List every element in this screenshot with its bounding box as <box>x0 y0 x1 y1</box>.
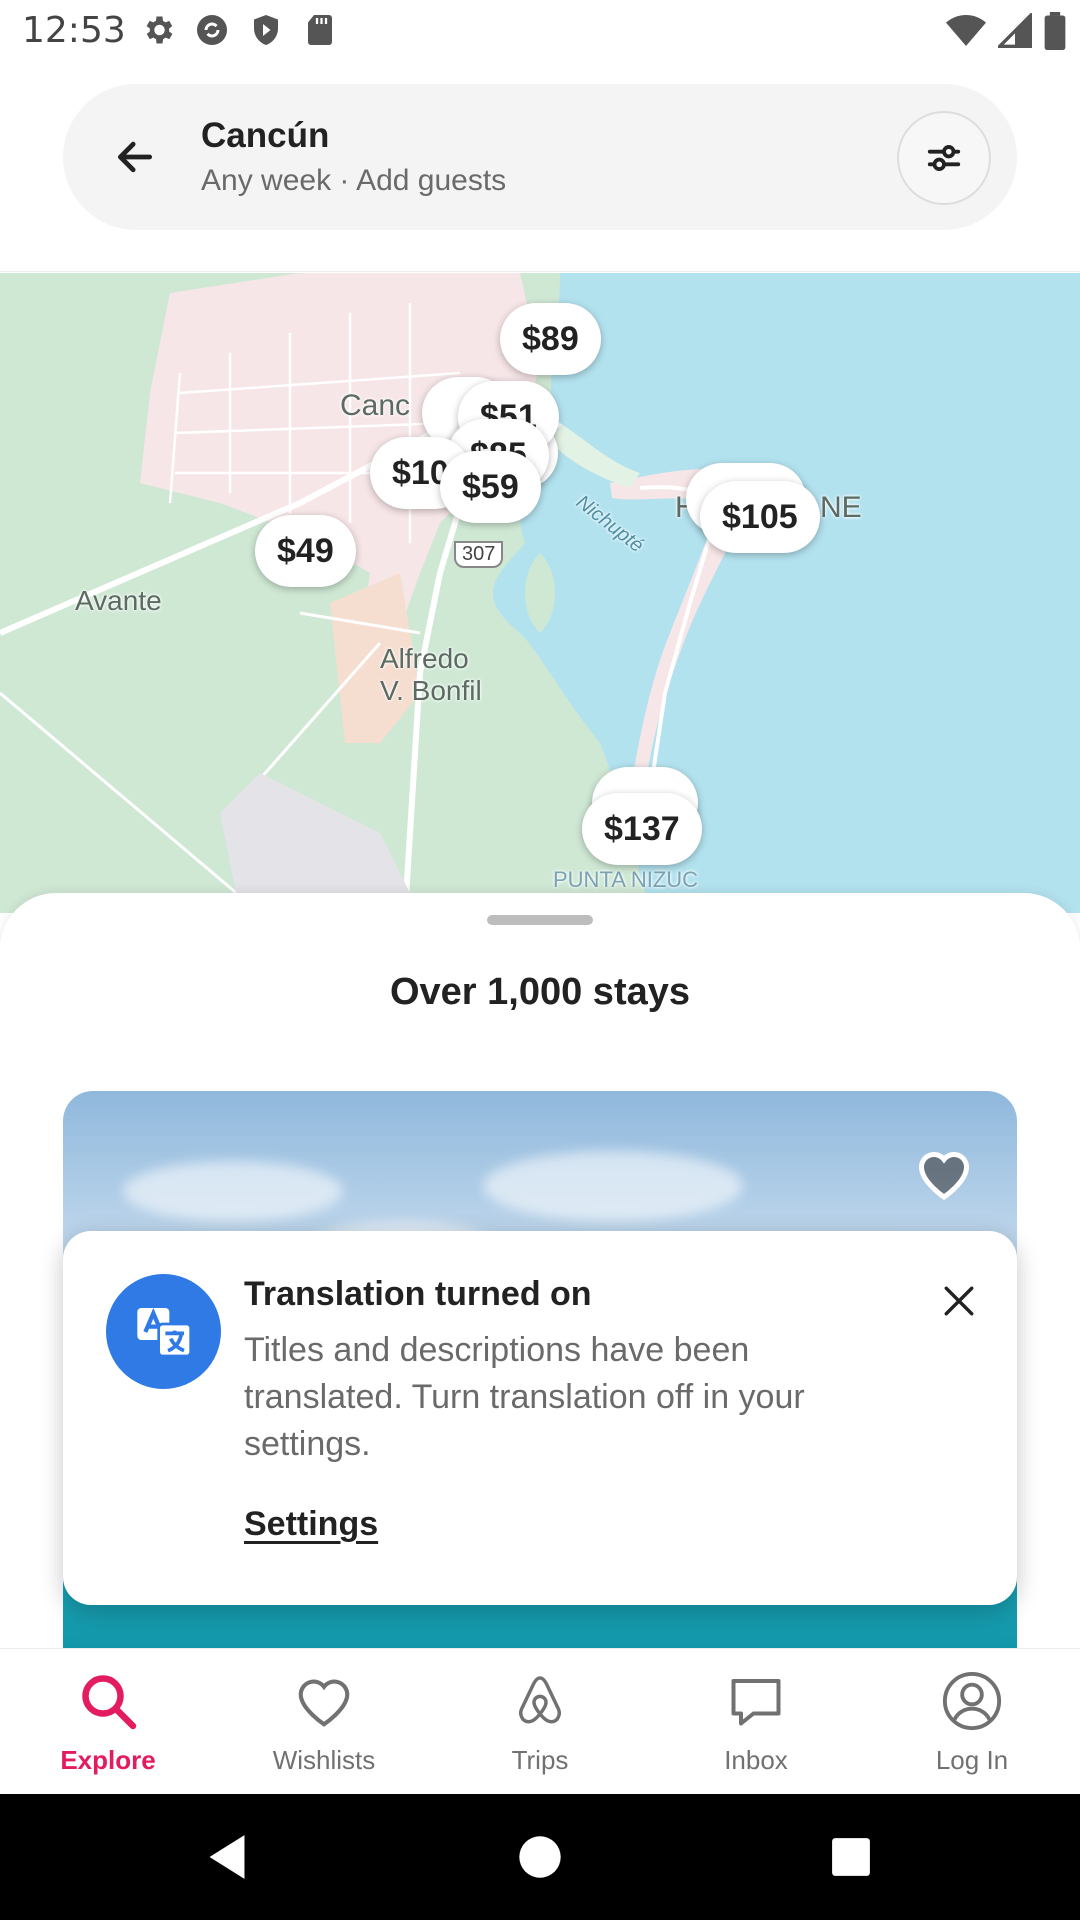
close-toast-button[interactable] <box>931 1273 987 1329</box>
system-nav-bar <box>0 1794 1080 1920</box>
search-icon <box>76 1669 140 1733</box>
price-pin[interactable]: $59 <box>440 451 541 523</box>
translation-toast: Translation turned on Titles and descrip… <box>63 1231 1017 1605</box>
nav-trips[interactable]: Trips <box>432 1649 648 1794</box>
profile-icon <box>940 1669 1004 1733</box>
heart-icon <box>292 1669 356 1733</box>
filter-icon <box>927 145 961 171</box>
bottom-nav: Explore Wishlists Trips Inbox Log In <box>0 1648 1080 1794</box>
price-pin[interactable]: $89 <box>500 303 601 375</box>
price-pin[interactable]: $137 <box>582 793 702 865</box>
home-circle-icon <box>519 1836 561 1878</box>
price-pin[interactable]: $105 <box>700 481 820 553</box>
nav-wishlists[interactable]: Wishlists <box>216 1649 432 1794</box>
message-icon <box>724 1669 788 1733</box>
close-icon <box>944 1286 974 1316</box>
settings-icon <box>140 12 176 48</box>
settings-link[interactable]: Settings <box>244 1505 378 1544</box>
search-header: Cancún Any week · Add guests <box>0 62 1080 272</box>
photo-cloud <box>483 1151 743 1221</box>
nav-inbox[interactable]: Inbox <box>648 1649 864 1794</box>
stays-count-title: Over 1,000 stays <box>389 971 690 1013</box>
battery-icon <box>1044 12 1066 55</box>
search-bar[interactable]: Cancún Any week · Add guests <box>63 84 1017 230</box>
status-icons-right <box>946 11 1066 55</box>
nav-label: Trips <box>511 1745 569 1775</box>
sheet-drag-handle[interactable] <box>487 915 593 925</box>
search-details[interactable]: Any week · Add guests <box>201 164 506 198</box>
map-label-avante: Avante <box>75 585 162 616</box>
sync-icon <box>194 12 230 48</box>
sd-card-icon <box>302 12 338 48</box>
wishlist-heart-button[interactable] <box>911 1139 977 1205</box>
play-protect-icon <box>248 12 284 48</box>
nav-label: Log In <box>935 1745 1009 1775</box>
nav-label: Wishlists <box>272 1745 376 1775</box>
wifi-icon <box>946 13 986 54</box>
photo-cloud <box>123 1161 343 1221</box>
back-button[interactable] <box>105 127 165 187</box>
map-label-hotel-zone-ne: NE <box>820 491 862 524</box>
search-location[interactable]: Cancún <box>201 116 329 156</box>
status-time: 12:53 <box>22 10 126 51</box>
price-pin[interactable]: $49 <box>255 515 356 587</box>
status-icons-left <box>140 12 338 48</box>
heart-icon <box>918 1152 970 1200</box>
nav-explore[interactable]: Explore <box>0 1649 216 1794</box>
nav-log-in[interactable]: Log In <box>864 1649 1080 1794</box>
nav-label: Explore <box>60 1745 156 1775</box>
system-back-button[interactable] <box>202 1832 252 1882</box>
system-recents-button[interactable] <box>826 1832 876 1882</box>
translate-icon <box>106 1274 221 1389</box>
arrow-left-icon <box>117 141 153 173</box>
map-view[interactable]: Canc Avante Alfredo V. Bonfil 307 Nichup… <box>0 273 1080 913</box>
airbnb-logo-icon <box>508 1669 572 1733</box>
status-bar: 12:53 <box>0 0 1080 62</box>
toast-title: Translation turned on <box>244 1275 592 1313</box>
map-label-punta-nizuc: PUNTA NIZUC <box>553 867 699 892</box>
signal-icon <box>995 11 1032 54</box>
filters-button[interactable] <box>897 111 991 205</box>
map-label-alfredo-v-bonfil: Alfredo V. Bonfil <box>380 643 482 707</box>
system-home-button[interactable] <box>515 1832 565 1882</box>
toast-body: Titles and descriptions have been transl… <box>244 1331 805 1463</box>
nav-label: Inbox <box>724 1745 788 1775</box>
recents-square-icon <box>832 1838 870 1876</box>
map-label-cancun: Canc <box>340 389 411 422</box>
back-triangle-icon <box>209 1835 245 1879</box>
highway-307-shield: 307 <box>454 541 504 568</box>
